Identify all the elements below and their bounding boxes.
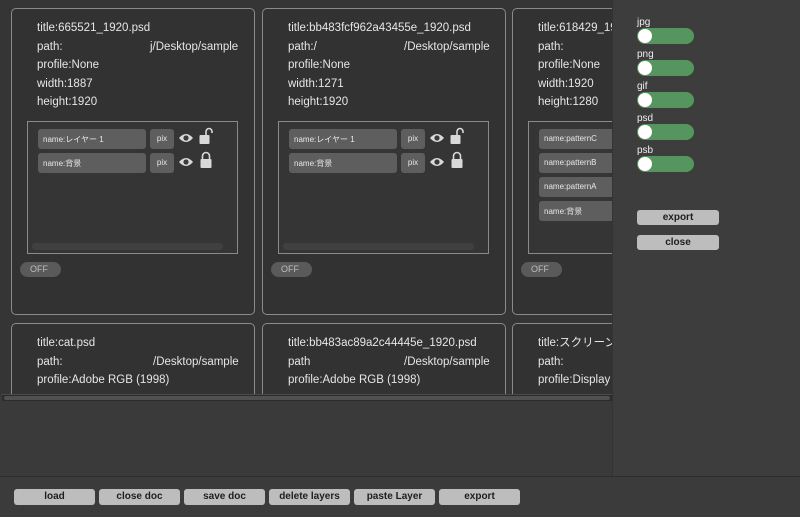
close-doc-button[interactable]: close doc xyxy=(99,489,180,505)
layer-row[interactable]: name:patternB xyxy=(539,153,612,173)
doc-width: width:1887 xyxy=(37,77,93,90)
save-doc-button[interactable]: save doc xyxy=(184,489,265,505)
bottom-toolbar: load close doc save doc delete layers pa… xyxy=(0,476,800,517)
export-button[interactable]: export xyxy=(637,210,719,225)
doc-profile: profile:None xyxy=(538,59,601,72)
doc-profile: profile:Adobe RGB (1998) xyxy=(288,374,421,387)
layer-name[interactable]: name:レイヤー 1 xyxy=(289,129,397,149)
unlocked-icon[interactable] xyxy=(199,127,213,145)
doc-path: path: j/Desktop/sample xyxy=(37,40,239,53)
format-toggle[interactable] xyxy=(637,124,694,140)
doc-height: height:1920 xyxy=(37,96,98,109)
doc-path: path://Desktop/sample xyxy=(288,40,490,53)
layer-panel-scrollbar[interactable] xyxy=(32,243,223,250)
layer-row[interactable]: name:背景 pix xyxy=(289,151,485,173)
toggle-knob xyxy=(638,61,652,75)
layer-row[interactable]: name:patternC xyxy=(539,129,612,149)
format-label: gif xyxy=(637,81,648,92)
doc-title: title:bb483ac89a2c44445e_1920.psd xyxy=(288,337,477,349)
document-card[interactable]: title:bb483fcf962a43455e_1920.psd path:/… xyxy=(262,8,506,315)
unlocked-icon[interactable] xyxy=(450,127,464,145)
document-card[interactable]: title:665521_1920.psd path: j/Desktop/sam… xyxy=(11,8,255,315)
doc-title: title:665521_1920.psd xyxy=(37,22,151,34)
export-panel: jpg png gif psd psb export close xyxy=(612,0,800,476)
layer-name[interactable]: name:レイヤー 1 xyxy=(38,129,146,149)
format-label: psb xyxy=(637,145,654,156)
layer-row[interactable]: name:patternA xyxy=(539,177,612,197)
layer-row[interactable]: name:背景 pix xyxy=(38,151,234,173)
doc-profile: profile:Display xyxy=(538,374,611,387)
format-png: png xyxy=(637,49,694,76)
document-card[interactable]: title:618429_1920 path: profile:None wid… xyxy=(512,8,612,315)
document-card[interactable]: title:bb483ac89a2c44445e_1920.psd path/D… xyxy=(262,323,506,394)
doc-height: height:1280 xyxy=(538,96,599,109)
doc-path: path: xyxy=(538,355,564,368)
doc-profile: profile:Adobe RGB (1998) xyxy=(37,374,170,387)
pix-button[interactable]: pix xyxy=(401,153,425,173)
layer-name[interactable]: name:patternC xyxy=(539,129,612,149)
format-jpg: jpg xyxy=(637,17,694,44)
doc-title: title:bb483fcf962a43455e_1920.psd xyxy=(288,22,471,34)
scrollbar-thumb[interactable] xyxy=(4,396,610,400)
eye-icon[interactable] xyxy=(429,132,445,144)
toggle-knob xyxy=(638,125,652,139)
layer-name[interactable]: name:背景 xyxy=(38,153,146,173)
layer-row[interactable]: name:背景 xyxy=(539,201,612,221)
doc-path: path/Desktop/sample xyxy=(288,355,490,368)
doc-height: height:1920 xyxy=(288,96,349,109)
format-toggle[interactable] xyxy=(637,156,694,172)
layer-name[interactable]: name:背景 xyxy=(539,201,612,221)
format-toggle[interactable] xyxy=(637,28,694,44)
doc-title: title:618429_1920 xyxy=(538,22,612,34)
load-button[interactable]: load xyxy=(14,489,95,505)
delete-layers-button[interactable]: delete layers xyxy=(269,489,350,505)
toggle-knob xyxy=(638,157,652,171)
layer-name[interactable]: name:patternB xyxy=(539,153,612,173)
format-toggle[interactable] xyxy=(637,92,694,108)
lock-icon[interactable] xyxy=(450,151,464,169)
horizontal-scrollbar[interactable] xyxy=(2,394,612,401)
doc-title: title:cat.psd xyxy=(37,337,96,349)
layer-panel: name:patternC name:patternB name:pattern… xyxy=(528,121,612,254)
format-psd: psd xyxy=(637,113,694,140)
layer-panel-scrollbar[interactable] xyxy=(283,243,474,250)
eye-icon[interactable] xyxy=(178,132,194,144)
toggle-knob xyxy=(638,29,652,43)
layer-row[interactable]: name:レイヤー 1 pix xyxy=(38,127,234,149)
pix-button[interactable]: pix xyxy=(150,153,174,173)
format-toggle[interactable] xyxy=(637,60,694,76)
layer-name[interactable]: name:patternA xyxy=(539,177,612,197)
doc-toggle[interactable]: OFF xyxy=(271,262,312,277)
format-gif: gif xyxy=(637,81,694,108)
layer-panel: name:レイヤー 1 pix name:背景 pix xyxy=(27,121,238,254)
export-button[interactable]: export xyxy=(439,489,520,505)
doc-path: path: xyxy=(538,40,564,53)
doc-width: width:1271 xyxy=(288,77,344,90)
layer-name[interactable]: name:背景 xyxy=(289,153,397,173)
layer-row[interactable]: name:レイヤー 1 pix xyxy=(289,127,485,149)
eye-icon[interactable] xyxy=(429,156,445,168)
document-grid: title:665521_1920.psd path: j/Desktop/sam… xyxy=(0,0,612,394)
doc-toggle[interactable]: OFF xyxy=(521,262,562,277)
format-label: psd xyxy=(637,113,654,124)
doc-path: path:/Desktop/sample xyxy=(37,355,239,368)
document-card[interactable]: title:cat.psd path:/Desktop/sample profi… xyxy=(11,323,255,394)
eye-icon[interactable] xyxy=(178,156,194,168)
layer-panel: name:レイヤー 1 pix name:背景 pix xyxy=(278,121,489,254)
doc-profile: profile:None xyxy=(288,59,351,72)
pix-button[interactable]: pix xyxy=(150,129,174,149)
doc-width: width:1920 xyxy=(538,77,594,90)
doc-profile: profile:None xyxy=(37,59,100,72)
pix-button[interactable]: pix xyxy=(401,129,425,149)
doc-toggle[interactable]: OFF xyxy=(20,262,61,277)
format-label: png xyxy=(637,49,654,60)
paste-layer-button[interactable]: paste Layer xyxy=(354,489,435,505)
format-psb: psb xyxy=(637,145,694,172)
doc-title: title:スクリーンシ xyxy=(538,337,612,349)
lock-icon[interactable] xyxy=(199,151,213,169)
toggle-knob xyxy=(638,93,652,107)
document-card[interactable]: title:スクリーンシ path: profile:Display xyxy=(512,323,612,394)
close-button[interactable]: close xyxy=(637,235,719,250)
format-label: jpg xyxy=(637,17,651,28)
